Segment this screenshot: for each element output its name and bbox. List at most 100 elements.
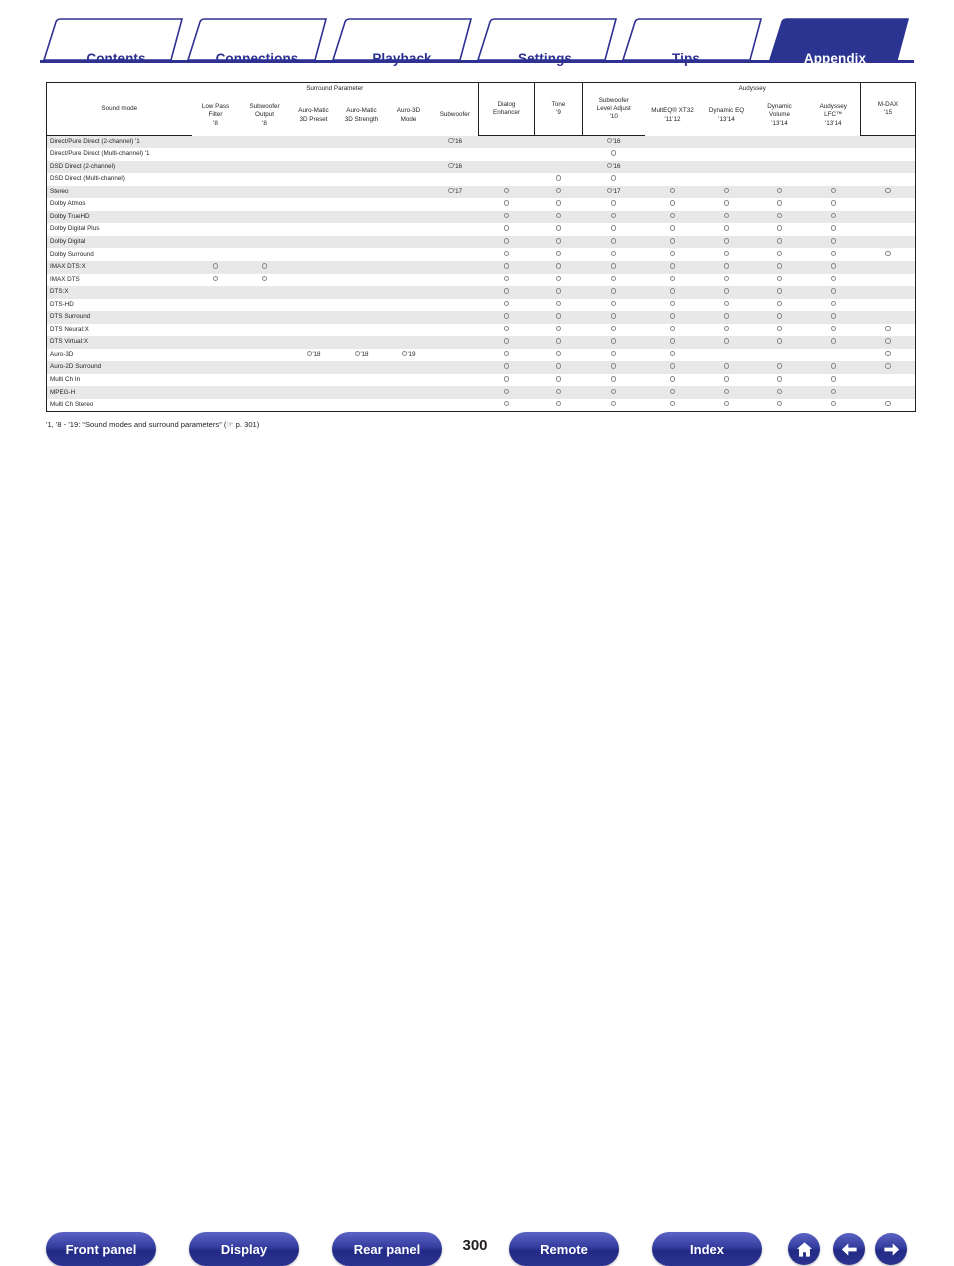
table-cell <box>385 185 432 199</box>
supported-circle-icon <box>669 263 676 269</box>
table-cell <box>386 173 432 186</box>
supported-circle-icon <box>610 388 617 395</box>
table-cell <box>752 286 807 299</box>
table-cell <box>192 274 240 287</box>
tab-contents[interactable]: Contents <box>76 51 156 66</box>
table-row: DTS Virtual:X <box>46 336 916 349</box>
tab-appendix[interactable]: Appendix <box>789 51 881 66</box>
table-cell <box>752 336 807 349</box>
tab-playback[interactable]: Playback <box>357 51 447 66</box>
table-cell <box>645 274 701 287</box>
supported-circle-icon <box>830 212 837 219</box>
table-cell <box>478 361 535 374</box>
table-cell <box>337 160 386 174</box>
supported-circle-icon <box>555 313 562 319</box>
table-cell <box>645 223 701 236</box>
supported-circle-icon <box>503 200 510 206</box>
supported-circle-icon <box>503 313 510 319</box>
supported-circle-icon <box>723 212 730 219</box>
supported-circle-icon <box>610 375 617 382</box>
table-cell <box>432 198 479 211</box>
table-row: MPEG-H <box>46 386 916 399</box>
forward-arrow-icon[interactable] <box>875 1233 907 1265</box>
table-cell <box>806 185 861 199</box>
tab-settings[interactable]: Settings <box>500 51 590 66</box>
nav-button-remote[interactable]: Remote <box>509 1232 619 1266</box>
table-cell <box>860 160 916 174</box>
supported-circle-icon <box>555 288 562 294</box>
table-cell <box>192 148 240 161</box>
table-cell <box>644 286 701 299</box>
supported-circle-icon <box>723 250 730 257</box>
supported-circle-icon <box>555 300 562 307</box>
table-cell <box>645 374 701 387</box>
table-cell <box>290 248 338 261</box>
nav-button-rear-panel[interactable]: Rear panel <box>332 1232 442 1266</box>
supported-circle-icon <box>723 237 730 244</box>
sound-mode-parameter-table: Sound mode Surround Parameter Dialog Enh… <box>46 82 916 413</box>
table-cell <box>806 235 861 249</box>
table-cell <box>386 274 432 287</box>
table-cell <box>701 299 753 312</box>
table-cell <box>534 160 583 174</box>
table-cell <box>239 361 290 374</box>
table-cell <box>701 274 753 287</box>
table-cell <box>807 274 861 287</box>
table-cell <box>807 349 861 362</box>
table-cell <box>752 260 807 274</box>
table-cell <box>431 286 479 299</box>
footnote-page-ref[interactable]: p. 301) <box>234 420 260 429</box>
supported-circle-icon <box>555 187 562 194</box>
table-cell <box>289 235 338 249</box>
table-cell <box>861 374 916 387</box>
table-cell <box>860 361 916 374</box>
table-cell <box>861 173 916 186</box>
table-cell <box>338 299 386 312</box>
supported-circle-icon <box>555 350 562 357</box>
nav-button-index[interactable]: Index <box>652 1232 762 1266</box>
tab-tips[interactable]: Tips <box>650 51 722 66</box>
tab-connections[interactable]: Connections <box>207 51 307 66</box>
table-cell <box>583 173 645 186</box>
table-cell <box>191 210 240 224</box>
table-cell <box>535 349 583 362</box>
table-cell <box>337 386 386 399</box>
table-cell <box>192 223 240 236</box>
table-cell <box>479 324 535 337</box>
nav-button-front-panel[interactable]: Front panel <box>46 1232 156 1266</box>
table-cell <box>583 274 645 287</box>
supported-circle-icon <box>830 225 837 231</box>
table-cell <box>644 210 701 224</box>
home-icon[interactable] <box>788 1233 820 1265</box>
table-cell <box>479 173 535 186</box>
page-number: 300 <box>462 1237 488 1254</box>
supported-circle-icon <box>669 212 676 219</box>
supported-circle-icon <box>503 212 510 219</box>
supported-circle-icon <box>723 275 730 282</box>
table-body: Direct/Pure Direct (2-channel) '1'16'16 D… <box>46 135 916 412</box>
col-group-header-audyssey: Audyssey <box>645 83 861 96</box>
col-group-header-audyssey-label: Audyssey <box>738 85 766 93</box>
supported-circle-icon <box>776 263 783 269</box>
table-cell <box>701 399 753 412</box>
nav-button-display[interactable]: Display <box>189 1232 299 1266</box>
table-cell <box>338 173 386 186</box>
table-cell <box>385 235 432 249</box>
row-label-sound-mode: DTS Neural:X <box>50 325 89 333</box>
table-cell <box>386 148 432 161</box>
table-cell <box>534 386 583 399</box>
back-arrow-icon[interactable] <box>833 1233 865 1265</box>
table-cell: '17 <box>431 185 479 199</box>
table-cell <box>432 374 479 387</box>
table-cell <box>240 349 290 362</box>
table-cell: '19 <box>386 349 432 362</box>
supported-circle-icon <box>723 313 730 319</box>
table-row: Dolby Atmos <box>47 198 916 211</box>
table-cell <box>337 361 386 374</box>
col-header-audyssey-lfc: Audyssey LFC™ '13'14 <box>819 103 847 127</box>
supported-circle-icon <box>723 400 730 407</box>
supported-circle-icon <box>884 400 891 407</box>
table-row: DSD Direct (Multi-channel) <box>47 173 916 186</box>
supported-circle-icon <box>669 338 676 344</box>
table-row: Direct/Pure Direct (2-channel) '1 '16 '16 <box>46 135 916 149</box>
